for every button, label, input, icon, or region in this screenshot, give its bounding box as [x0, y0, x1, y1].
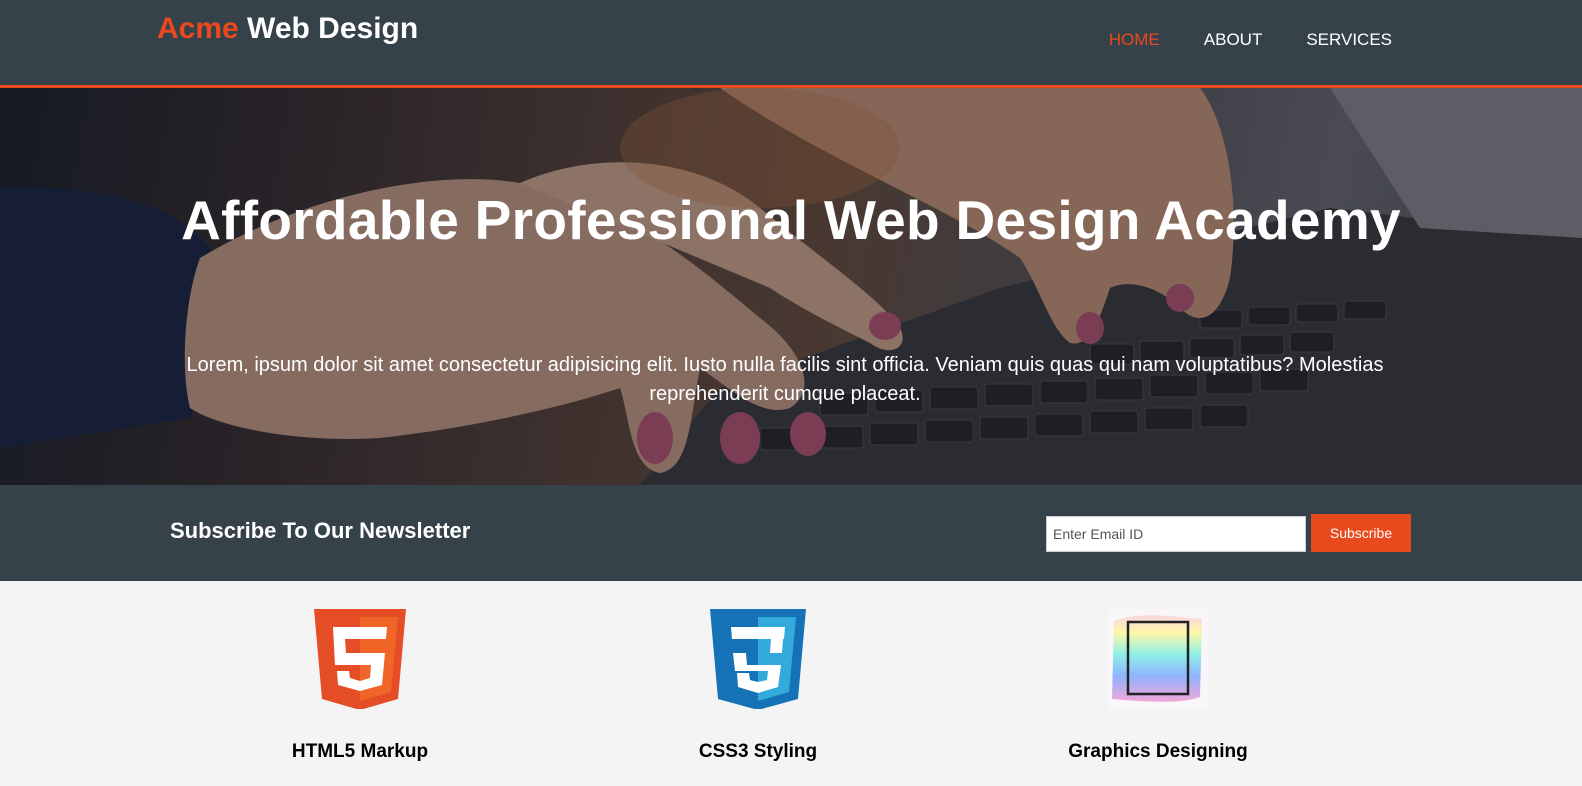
nav-home-link[interactable]: HOME	[1109, 30, 1160, 50]
feature-title: HTML5 Markup	[291, 741, 429, 762]
showcase-lead: Lorem, ipsum dolor sit amet consectetur …	[186, 354, 1384, 405]
newsletter-heading: Subscribe To Our Newsletter	[170, 518, 471, 543]
feature-title: Graphics Designing	[1068, 741, 1248, 762]
brand-name: Web Design	[238, 12, 419, 45]
nav-about-link[interactable]: ABOUT	[1204, 30, 1263, 50]
nav-services-link[interactable]: SERVICES	[1306, 30, 1392, 50]
brand-highlight: Acme	[157, 12, 239, 45]
brand-logo[interactable]: Acme Web Design	[157, 12, 418, 46]
showcase-banner: Affordable Professional Web Design Acade…	[0, 88, 1582, 485]
features-section: HTML5 Markup CSS3 Styling Graphics Desig…	[0, 581, 1582, 786]
newsletter-section: Subscribe To Our Newsletter Subscribe	[0, 485, 1582, 581]
site-header: Acme Web Design HOME ABOUT SERVICES	[0, 0, 1582, 88]
brush-frame-icon	[1108, 609, 1208, 709]
html5-logo-icon	[314, 609, 406, 709]
feature-title: CSS3 Styling	[698, 741, 818, 762]
css3-logo-icon	[710, 609, 806, 709]
showcase-title: Affordable Professional Web Design Acade…	[181, 189, 1401, 251]
main-nav: HOME ABOUT SERVICES	[1109, 30, 1392, 50]
subscribe-button[interactable]: Subscribe	[1311, 514, 1411, 552]
showcase-overlay	[0, 88, 1582, 485]
email-input[interactable]	[1046, 516, 1306, 552]
